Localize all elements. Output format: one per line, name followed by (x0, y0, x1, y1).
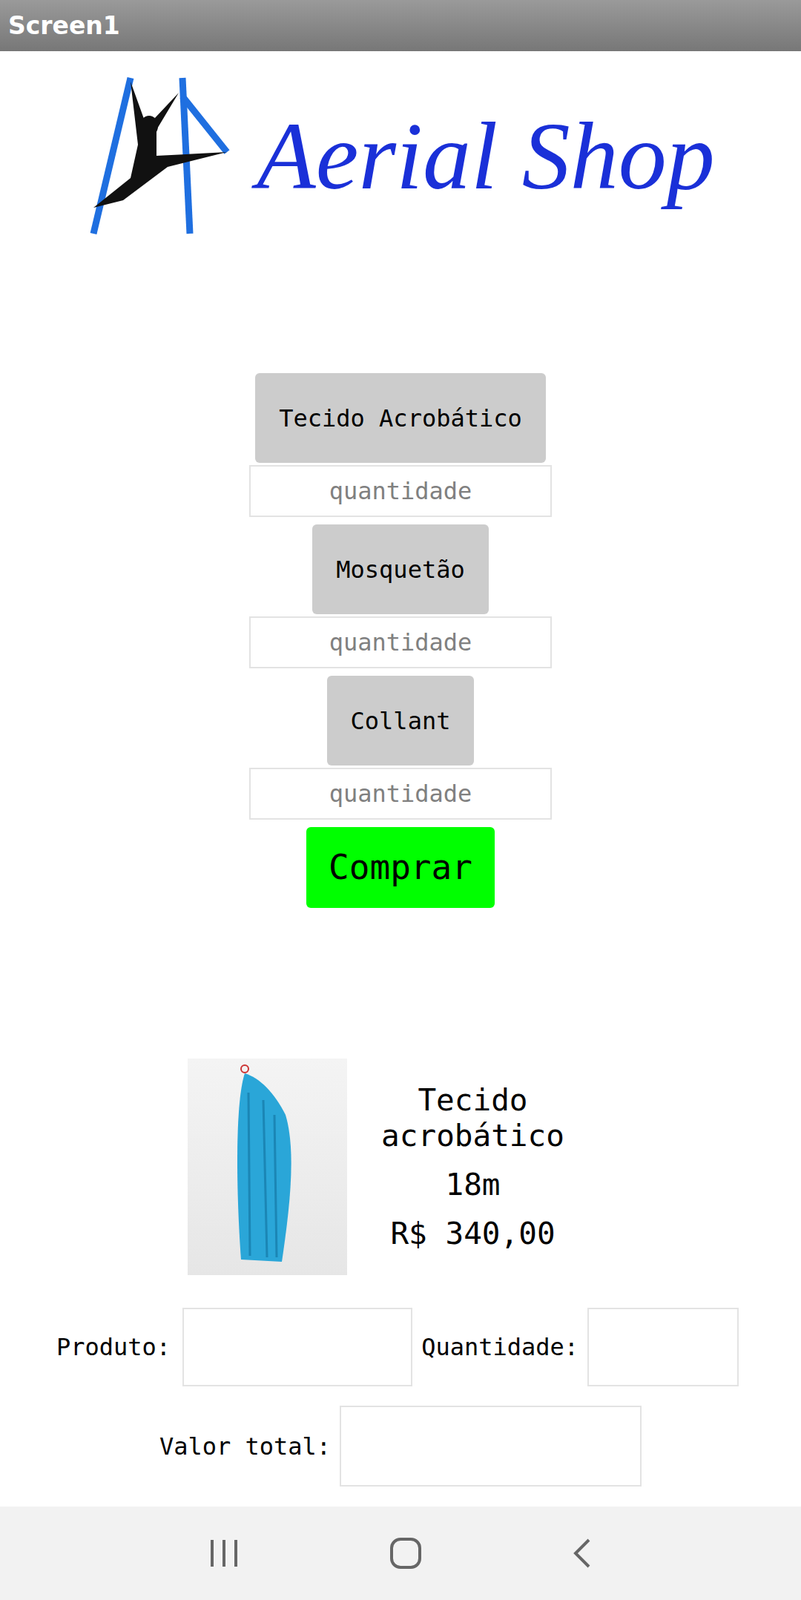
quantity-input[interactable] (249, 465, 552, 517)
title: Screen1 (8, 7, 121, 45)
product-button[interactable]: Tecido Acrobático (255, 373, 546, 463)
nav-bar (0, 1506, 801, 1600)
product-label: Produto: (56, 1329, 171, 1365)
back-icon[interactable] (571, 1536, 594, 1570)
total-field[interactable] (339, 1405, 642, 1487)
home-icon[interactable] (389, 1536, 423, 1570)
content: Aerial Shop Tecido Acrobático Mosquetão Col… (0, 51, 801, 1507)
quantity-field[interactable] (587, 1307, 739, 1387)
product-entry: Collant (249, 668, 552, 820)
product-image (187, 1058, 348, 1275)
product-button[interactable]: Collant (327, 675, 475, 766)
product-entry: Tecido Acrobático (249, 373, 552, 517)
title-bar: Screen1 (0, 0, 801, 52)
total-row: Valor total: (159, 1405, 642, 1487)
app: Screen1 Aerial Shop Tecido Acrobático Mosqu… (0, 0, 801, 1600)
total-label: Valor total: (159, 1428, 331, 1465)
product-field[interactable] (182, 1307, 413, 1387)
buy-button[interactable]: Comprar (306, 826, 495, 908)
aerialist-icon (86, 74, 242, 238)
product-entry: Mosquetão (249, 516, 552, 669)
fabric-icon (226, 1062, 308, 1271)
logo-text: Aerial Shop (256, 107, 715, 204)
product-size: 18m (445, 1166, 500, 1203)
logo: Aerial Shop (86, 67, 715, 245)
quantity-input[interactable] (249, 616, 552, 669)
product-list: Tecido Acrobático Mosquetão Collant Comprar (249, 373, 552, 908)
summary-row: Produto: Quantidade: (0, 1307, 801, 1387)
quantity-label: Quantidade: (421, 1329, 579, 1365)
recent-apps-icon[interactable] (207, 1538, 241, 1568)
product-info: Tecido acrobático 18m R$ 340,00 (361, 1082, 585, 1252)
quantity-input[interactable] (249, 767, 552, 820)
product-name: Tecido acrobático (376, 1082, 570, 1154)
product-button[interactable]: Mosquetão (312, 524, 489, 615)
product-card: Tecido acrobático 18m R$ 340,00 (187, 1058, 585, 1275)
product-price: R$ 340,00 (390, 1215, 555, 1252)
